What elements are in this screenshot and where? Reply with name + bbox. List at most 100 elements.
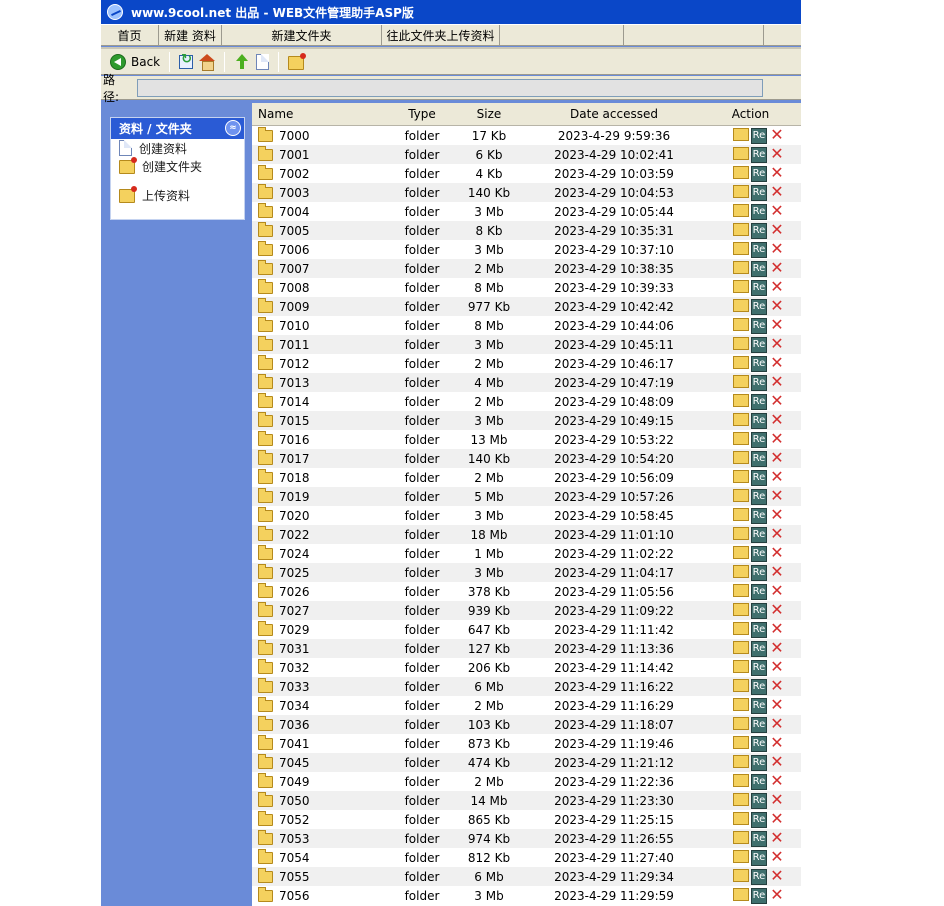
file-name-cell[interactable]: 7000	[252, 126, 390, 143]
delete-icon[interactable]: ✕	[769, 867, 785, 885]
rename-icon[interactable]: Re	[751, 735, 767, 752]
delete-icon[interactable]: ✕	[769, 696, 785, 714]
file-name[interactable]: 7025	[279, 566, 310, 580]
table-row[interactable]: 7017 folder 140 Kb 2023-4-29 10:54:20 Re ✕	[252, 449, 801, 468]
table-row[interactable]: 7024 folder 1 Mb 2023-4-29 11:02:22 Re ✕	[252, 544, 801, 563]
delete-icon[interactable]: ✕	[769, 411, 785, 429]
file-name-cell[interactable]: 7015	[252, 411, 390, 428]
file-name[interactable]: 7007	[279, 262, 310, 276]
table-row[interactable]: 7010 folder 8 Mb 2023-4-29 10:44:06 Re ✕	[252, 316, 801, 335]
rename-icon[interactable]: Re	[751, 526, 767, 543]
header-date-accessed[interactable]: Date accessed	[524, 107, 704, 121]
file-name-cell[interactable]: 7001	[252, 145, 390, 162]
open-folder-icon[interactable]	[733, 602, 749, 616]
open-folder-icon[interactable]	[733, 640, 749, 654]
table-row[interactable]: 7019 folder 5 Mb 2023-4-29 10:57:26 Re ✕	[252, 487, 801, 506]
open-folder-icon[interactable]	[733, 526, 749, 540]
delete-icon[interactable]: ✕	[769, 449, 785, 467]
table-row[interactable]: 7056 folder 3 Mb 2023-4-29 11:29:59 Re ✕	[252, 886, 801, 905]
rename-icon[interactable]: Re	[751, 241, 767, 258]
file-name[interactable]: 7008	[279, 281, 310, 295]
file-name[interactable]: 7011	[279, 338, 310, 352]
file-name[interactable]: 7012	[279, 357, 310, 371]
table-row[interactable]: 7034 folder 2 Mb 2023-4-29 11:16:29 Re ✕	[252, 696, 801, 715]
delete-icon[interactable]: ✕	[769, 278, 785, 296]
file-name-cell[interactable]: 7034	[252, 696, 390, 713]
file-name-cell[interactable]: 7033	[252, 677, 390, 694]
file-name-cell[interactable]: 7006	[252, 240, 390, 257]
new-folder-button[interactable]	[285, 51, 307, 73]
rename-icon[interactable]: Re	[751, 279, 767, 296]
delete-icon[interactable]: ✕	[769, 525, 785, 543]
menu-new-folder[interactable]: 新建文件夹	[222, 25, 382, 45]
rename-icon[interactable]: Re	[751, 602, 767, 619]
delete-icon[interactable]: ✕	[769, 582, 785, 600]
file-name[interactable]: 7001	[279, 148, 310, 162]
delete-icon[interactable]: ✕	[769, 145, 785, 163]
delete-icon[interactable]: ✕	[769, 601, 785, 619]
open-folder-icon[interactable]	[733, 184, 749, 198]
file-name-cell[interactable]: 7002	[252, 164, 390, 181]
file-name-cell[interactable]: 7045	[252, 753, 390, 770]
rename-icon[interactable]: Re	[751, 393, 767, 410]
file-name[interactable]: 7013	[279, 376, 310, 390]
header-name[interactable]: Name	[252, 107, 390, 121]
table-row[interactable]: 7005 folder 8 Kb 2023-4-29 10:35:31 Re ✕	[252, 221, 801, 240]
table-row[interactable]: 7027 folder 939 Kb 2023-4-29 11:09:22 Re ✕	[252, 601, 801, 620]
open-folder-icon[interactable]	[733, 583, 749, 597]
open-folder-icon[interactable]	[733, 697, 749, 711]
open-folder-icon[interactable]	[733, 317, 749, 331]
file-name-cell[interactable]: 7005	[252, 221, 390, 238]
file-name-cell[interactable]: 7003	[252, 183, 390, 200]
file-name-cell[interactable]: 7031	[252, 639, 390, 656]
rename-icon[interactable]: Re	[751, 450, 767, 467]
rename-icon[interactable]: Re	[751, 222, 767, 239]
task-create-file[interactable]: 创建资料	[111, 139, 244, 157]
open-folder-icon[interactable]	[733, 507, 749, 521]
table-row[interactable]: 7014 folder 2 Mb 2023-4-29 10:48:09 Re ✕	[252, 392, 801, 411]
open-folder-icon[interactable]	[733, 431, 749, 445]
rename-icon[interactable]: Re	[751, 507, 767, 524]
delete-icon[interactable]: ✕	[769, 829, 785, 847]
file-name-cell[interactable]: 7050	[252, 791, 390, 808]
open-folder-icon[interactable]	[733, 792, 749, 806]
open-folder-icon[interactable]	[733, 279, 749, 293]
table-row[interactable]: 7033 folder 6 Mb 2023-4-29 11:16:22 Re ✕	[252, 677, 801, 696]
delete-icon[interactable]: ✕	[769, 810, 785, 828]
file-name[interactable]: 7017	[279, 452, 310, 466]
table-row[interactable]: 7015 folder 3 Mb 2023-4-29 10:49:15 Re ✕	[252, 411, 801, 430]
table-row[interactable]: 7011 folder 3 Mb 2023-4-29 10:45:11 Re ✕	[252, 335, 801, 354]
rename-icon[interactable]: Re	[751, 773, 767, 790]
open-folder-icon[interactable]	[733, 735, 749, 749]
open-folder-icon[interactable]	[733, 773, 749, 787]
rename-icon[interactable]: Re	[751, 811, 767, 828]
rename-icon[interactable]: Re	[751, 583, 767, 600]
menu-new-file[interactable]: 新建 资料	[159, 25, 222, 45]
file-name-cell[interactable]: 7012	[252, 354, 390, 371]
delete-icon[interactable]: ✕	[769, 316, 785, 334]
delete-icon[interactable]: ✕	[769, 848, 785, 866]
open-folder-icon[interactable]	[733, 564, 749, 578]
file-name[interactable]: 7024	[279, 547, 310, 561]
open-folder-icon[interactable]	[733, 469, 749, 483]
rename-icon[interactable]: Re	[751, 564, 767, 581]
table-row[interactable]: 7013 folder 4 Mb 2023-4-29 10:47:19 Re ✕	[252, 373, 801, 392]
rename-icon[interactable]: Re	[751, 640, 767, 657]
rename-icon[interactable]: Re	[751, 165, 767, 182]
open-folder-icon[interactable]	[733, 488, 749, 502]
file-name[interactable]: 7016	[279, 433, 310, 447]
delete-icon[interactable]: ✕	[769, 620, 785, 638]
file-name[interactable]: 7015	[279, 414, 310, 428]
new-file-button[interactable]	[253, 51, 272, 73]
delete-icon[interactable]: ✕	[769, 753, 785, 771]
file-name[interactable]: 7019	[279, 490, 310, 504]
open-folder-icon[interactable]	[733, 355, 749, 369]
file-name[interactable]: 7010	[279, 319, 310, 333]
open-folder-icon[interactable]	[733, 393, 749, 407]
file-name[interactable]: 7027	[279, 604, 310, 618]
task-upload[interactable]: 上传资料	[111, 186, 244, 204]
file-name-cell[interactable]: 7014	[252, 392, 390, 409]
delete-icon[interactable]: ✕	[769, 297, 785, 315]
file-name-cell[interactable]: 7010	[252, 316, 390, 333]
back-button[interactable]: Back	[107, 51, 163, 73]
